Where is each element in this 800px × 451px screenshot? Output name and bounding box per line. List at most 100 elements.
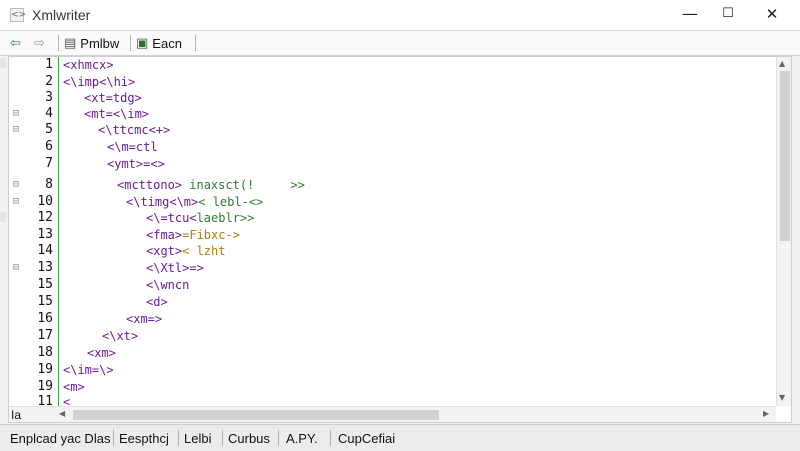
scroll-left-icon[interactable]: ◀: [59, 409, 65, 418]
status-bar: Enplcad yac Dlas Eespthcj Lelbi Curbus A…: [0, 424, 800, 451]
fold-toggle-icon[interactable]: ⊟: [13, 196, 19, 207]
line-number: 17: [37, 328, 53, 343]
eacn-button[interactable]: ▣ Eacn: [136, 33, 182, 53]
fold-toggle-icon[interactable]: ⊟: [13, 108, 19, 119]
xml-tag: <\wncn: [146, 278, 190, 292]
xml-tag: <m>: [63, 380, 85, 394]
xml-tag: <xhmcx>: [63, 58, 114, 72]
code-line[interactable]: <xt=tdg>: [84, 91, 142, 105]
line-number: 18: [37, 345, 53, 360]
xml-tag: <\ttcmc<+>: [98, 123, 171, 137]
xml-attribute: < lebl-<>: [198, 195, 264, 209]
code-line[interactable]: <mcttono> inaxsct(! >>: [117, 178, 305, 192]
rail-marker: [0, 212, 6, 222]
status-separator: [178, 430, 179, 446]
line-number: 19: [37, 362, 53, 377]
xml-attribute: =Fibxc->: [182, 228, 240, 242]
rail-marker: [0, 58, 6, 68]
line-number: 19: [37, 379, 53, 394]
eacn-label: Eacn: [152, 35, 182, 51]
forward-icon: ⇨: [34, 35, 45, 51]
vertical-scrollbar[interactable]: ▲ ▼: [776, 57, 791, 406]
status-item: Lelbi: [184, 430, 212, 446]
pmlbw-button[interactable]: ▤ Pmlbw: [64, 33, 119, 53]
vertical-scroll-thumb[interactable]: [780, 71, 790, 241]
close-button[interactable]: ✕: [752, 0, 792, 28]
xml-tag: <\=tcu<: [146, 211, 197, 225]
scroll-down-icon[interactable]: ▼: [779, 393, 785, 402]
xml-tag: <xgt>: [146, 244, 183, 258]
xml-tag: <fma>: [146, 228, 183, 242]
xml-attribute: inaxsct(! >>: [182, 178, 305, 192]
xml-attribute: laeblr>>: [196, 211, 255, 225]
minimize-button[interactable]: —: [670, 0, 710, 28]
xml-tag: <\im=\>: [63, 363, 114, 377]
toolbar-separator: [195, 35, 196, 51]
fold-toggle-icon[interactable]: ⊟: [13, 262, 19, 273]
fold-toggle-icon[interactable]: ⊟: [13, 124, 19, 135]
status-separator: [222, 430, 223, 446]
line-number: 12: [37, 210, 53, 225]
code-line[interactable]: <\timg<\m>< lebl-<>: [126, 195, 263, 209]
line-number: 15: [37, 294, 53, 309]
xml-tag: <\imp<\hi>: [63, 75, 136, 89]
code-line[interactable]: <xgt>< lzht: [146, 244, 225, 258]
code-line[interactable]: <ymt>=<>: [107, 157, 165, 171]
fold-toggle-icon[interactable]: ⊟: [13, 179, 19, 190]
document-icon: ▤: [64, 35, 77, 51]
xml-tag: <d>: [146, 295, 168, 309]
line-number: 13: [37, 260, 53, 275]
back-button[interactable]: ⇦: [10, 33, 21, 53]
xml-tag: <ymt>=<>: [107, 157, 165, 171]
code-line[interactable]: <xm>: [87, 346, 116, 360]
line-number: 3: [45, 90, 53, 105]
code-line[interactable]: <\im=\>: [63, 363, 114, 377]
window-title: Xmlwriter: [32, 7, 91, 23]
code-line[interactable]: <\m=ctl: [107, 140, 158, 154]
code-line[interactable]: <m>: [63, 380, 85, 394]
code-line[interactable]: <xhmcx>: [63, 58, 114, 72]
code-line[interactable]: <fma>=Fibxc->: [146, 228, 240, 242]
status-item: Enplcad yac Dlas: [10, 430, 111, 446]
line-number: 2: [45, 74, 53, 89]
code-editor[interactable]: 1 2 3 4 5 6 7 8 10 12 13 14 13 15 15 16 17 18 19 19 11 ⊟ ⊟ ⊟ ⊟ ⊟ …: [8, 56, 792, 423]
xml-tag: <mt=<\im>: [84, 107, 150, 121]
code-line[interactable]: <\imp<\hi>: [63, 75, 135, 89]
code-line[interactable]: <\wncn: [146, 278, 189, 292]
toolbar-separator: [130, 35, 131, 51]
status-separator: [278, 430, 279, 446]
xml-attribute: < lzht: [182, 244, 226, 258]
horizontal-scroll-thumb[interactable]: [73, 410, 439, 420]
forward-button[interactable]: ⇨: [34, 33, 45, 53]
code-line[interactable]: <\Xtl>=>: [146, 261, 204, 275]
code-line[interactable]: <\xt>: [102, 329, 138, 343]
code-line[interactable]: <d>: [146, 295, 168, 309]
line-number: 8: [45, 177, 53, 192]
xml-tag: <xm>: [87, 346, 116, 360]
maximize-button[interactable]: ☐: [708, 0, 748, 28]
line-number: 7: [45, 156, 53, 171]
title-bar: <> Xmlwriter — ☐ ✕: [0, 0, 800, 31]
status-item: A.PY.: [286, 430, 318, 446]
xml-icon: <>: [10, 8, 27, 22]
horizontal-scrollbar[interactable]: ◀ ▶: [9, 406, 776, 422]
scroll-right-icon[interactable]: ▶: [763, 409, 769, 418]
line-number: 16: [37, 311, 53, 326]
line-number: 13: [37, 227, 53, 242]
line-number: 6: [45, 139, 53, 154]
line-number: 4: [45, 106, 53, 121]
status-item: CupCefiai: [338, 430, 396, 446]
app-window: <> Xmlwriter — ☐ ✕ ⇦ ⇨ ▤ Pmlbw ▣ Eacn 12…: [0, 0, 800, 451]
pmlbw-label: Pmlbw: [80, 35, 120, 51]
monitor-icon: ▣: [136, 35, 149, 51]
line-number-gutter: 1 2 3 4 5 6 7 8 10 12 13 14 13 15 15 16 17 18 19 19 11 ⊟ ⊟ ⊟ ⊟ ⊟: [9, 57, 57, 409]
xml-tag: <xm=>: [126, 312, 163, 326]
toolbar-separator: [58, 35, 59, 51]
status-item: Eespthcj: [119, 430, 169, 446]
code-line[interactable]: <\=tcu<laeblr>>: [146, 211, 254, 225]
scroll-up-icon[interactable]: ▲: [779, 59, 785, 68]
status-item: Curbus: [228, 430, 270, 446]
code-line[interactable]: <xm=>: [126, 312, 162, 326]
code-line[interactable]: <mt=<\im>: [84, 107, 149, 121]
code-line[interactable]: <\ttcmc<+>: [98, 123, 170, 137]
